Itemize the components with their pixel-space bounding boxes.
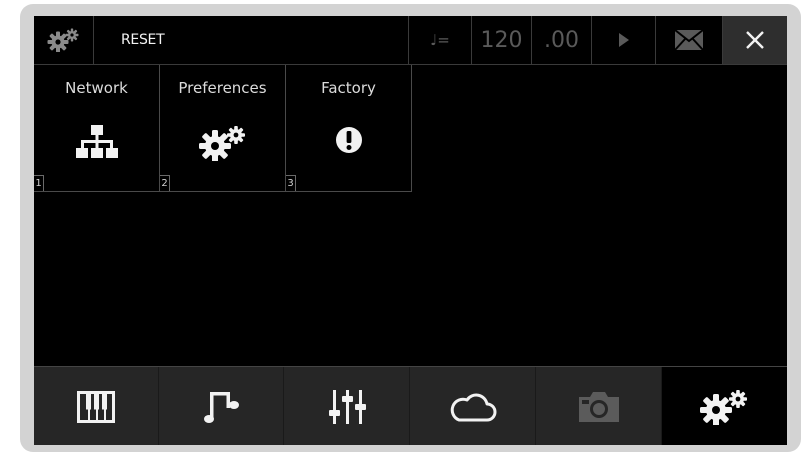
gears-icon	[198, 126, 245, 161]
tile-label: Network	[65, 79, 128, 97]
tempo-fraction[interactable]: .00	[532, 16, 592, 64]
play-icon	[618, 33, 629, 47]
camera-icon	[578, 391, 619, 422]
tile-factory[interactable]: Factory 3	[286, 65, 412, 192]
tile-label: Factory	[321, 79, 376, 97]
cloud-icon	[450, 393, 496, 421]
tile-network[interactable]: Network 1	[34, 65, 160, 192]
tile-number: 1	[34, 175, 44, 191]
tab-settings[interactable]	[662, 367, 787, 445]
page-title: RESET	[94, 16, 409, 64]
tab-camera[interactable]	[536, 367, 662, 445]
tab-cloud[interactable]	[410, 367, 536, 445]
music-note-icon	[204, 391, 239, 423]
tab-mixer[interactable]	[284, 367, 410, 445]
play-button[interactable]	[592, 16, 656, 64]
tempo-label: ♩=	[409, 16, 472, 64]
tile-number: 2	[160, 175, 170, 191]
tab-music[interactable]	[159, 367, 284, 445]
close-icon	[746, 31, 764, 49]
bottom-tab-bar	[34, 366, 787, 445]
gears-icon	[47, 28, 78, 52]
keyboard-icon	[77, 390, 115, 423]
exclamation-icon	[335, 127, 362, 153]
top-bar: RESET ♩= 120 .00	[34, 16, 787, 65]
tile-number: 3	[286, 175, 296, 191]
close-button[interactable]	[723, 16, 787, 64]
tempo-symbol: ♩=	[430, 31, 450, 49]
tempo-value[interactable]: 120	[472, 16, 532, 64]
settings-gears-icon	[699, 389, 747, 425]
network-icon	[75, 125, 118, 158]
mail-icon	[674, 29, 704, 51]
tile-label: Preferences	[178, 79, 267, 97]
screen: RESET ♩= 120 .00 Network 1 Preferences 2…	[34, 16, 787, 445]
messages-button[interactable]	[656, 16, 723, 64]
tile-preferences[interactable]: Preferences 2	[160, 65, 286, 192]
settings-menu-button[interactable]	[34, 16, 94, 64]
mixer-icon	[328, 389, 366, 424]
tab-keyboard[interactable]	[34, 367, 159, 445]
